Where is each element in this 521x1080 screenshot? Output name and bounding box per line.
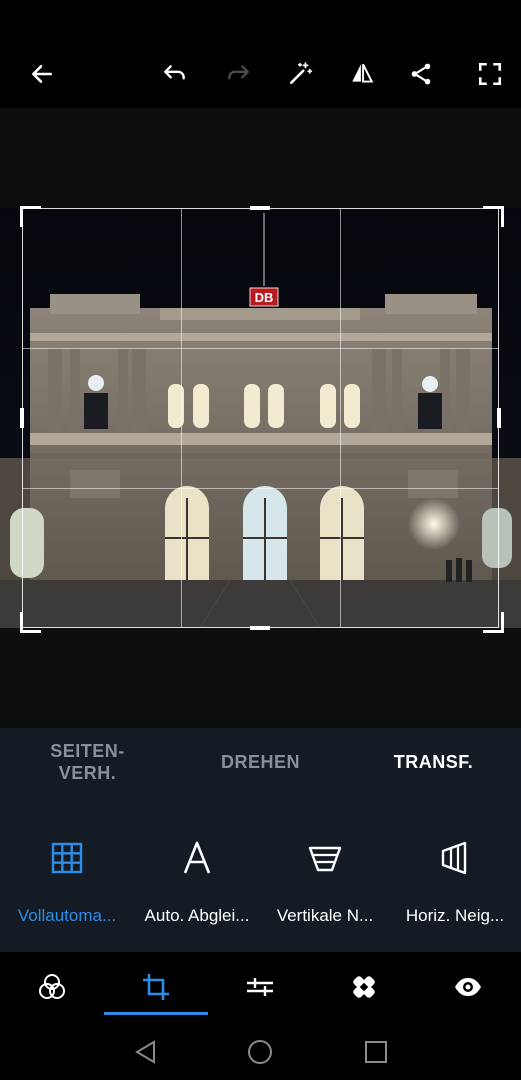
redo-icon[interactable] <box>222 58 254 90</box>
crop-handle-bottom-right[interactable] <box>483 612 504 633</box>
healing-icon <box>353 976 375 998</box>
tool-label: Vertikale N... <box>276 906 374 925</box>
crop-frame[interactable] <box>22 208 499 628</box>
crop-handle-top-right[interactable] <box>483 206 504 227</box>
tool-horizontal[interactable]: Horiz. Neig... <box>390 836 520 936</box>
image-canvas[interactable]: DB <box>0 108 521 728</box>
share-icon[interactable] <box>405 58 437 90</box>
tab-transform[interactable]: TRANSF. <box>356 728 511 796</box>
nav-healing[interactable] <box>312 968 416 1006</box>
tab-rotate[interactable]: DREHEN <box>183 728 338 796</box>
compare-icon[interactable] <box>346 58 378 90</box>
grid-line-v1 <box>181 209 182 627</box>
crop-handle-left[interactable] <box>20 408 24 428</box>
tool-label: Horiz. Neig... <box>405 906 505 925</box>
tool-label: Vollautoma... <box>17 906 117 925</box>
looks-icon <box>39 974 65 999</box>
undo-icon[interactable] <box>159 58 191 90</box>
back-arrow-icon[interactable] <box>26 58 58 90</box>
tool-auto-level[interactable]: Auto. Abglei... <box>132 836 262 936</box>
grid-line-v2 <box>340 209 341 627</box>
grid-icon <box>51 842 83 874</box>
tab-aspect-ratio[interactable]: SEITEN- VERH. <box>10 728 165 796</box>
tool-full-auto[interactable]: Vollautoma... <box>2 836 132 936</box>
active-tab-indicator <box>104 1012 208 1015</box>
top-toolbar <box>0 0 521 108</box>
grid-line-h1 <box>23 348 498 349</box>
transform-tools: Vollautoma... Auto. Abglei... Vertikale … <box>0 796 521 952</box>
grid-line-h2 <box>23 488 498 489</box>
system-home-icon[interactable] <box>246 1038 274 1066</box>
crop-handle-right[interactable] <box>497 408 501 428</box>
crop-mode-tabs: SEITEN- VERH. DREHEN TRANSF. <box>0 728 521 796</box>
horizontal-perspective-icon <box>441 841 467 875</box>
crop-handle-bottom-left[interactable] <box>20 612 41 633</box>
fullscreen-icon[interactable] <box>474 58 506 90</box>
tool-vertical[interactable]: Vertikale N... <box>260 836 390 936</box>
vertical-perspective-icon <box>308 846 342 872</box>
nav-preview[interactable] <box>416 968 520 1006</box>
crop-icon <box>143 974 169 1000</box>
bottom-nav <box>0 952 521 1020</box>
nav-adjust[interactable] <box>208 968 312 1006</box>
magic-wand-icon[interactable] <box>284 58 316 90</box>
system-recents-icon[interactable] <box>362 1038 390 1066</box>
nav-looks[interactable] <box>0 968 104 1006</box>
letter-a-icon <box>183 841 211 874</box>
nav-crop[interactable] <box>104 968 208 1006</box>
crop-handle-top-left[interactable] <box>20 206 41 227</box>
crop-handle-top[interactable] <box>250 206 270 210</box>
crop-handle-bottom[interactable] <box>250 626 270 630</box>
tool-label: Auto. Abglei... <box>144 906 250 925</box>
adjustments-icon <box>247 978 273 996</box>
eye-icon <box>455 978 481 996</box>
system-back-icon[interactable] <box>132 1038 160 1066</box>
system-nav-bar <box>0 1020 521 1080</box>
